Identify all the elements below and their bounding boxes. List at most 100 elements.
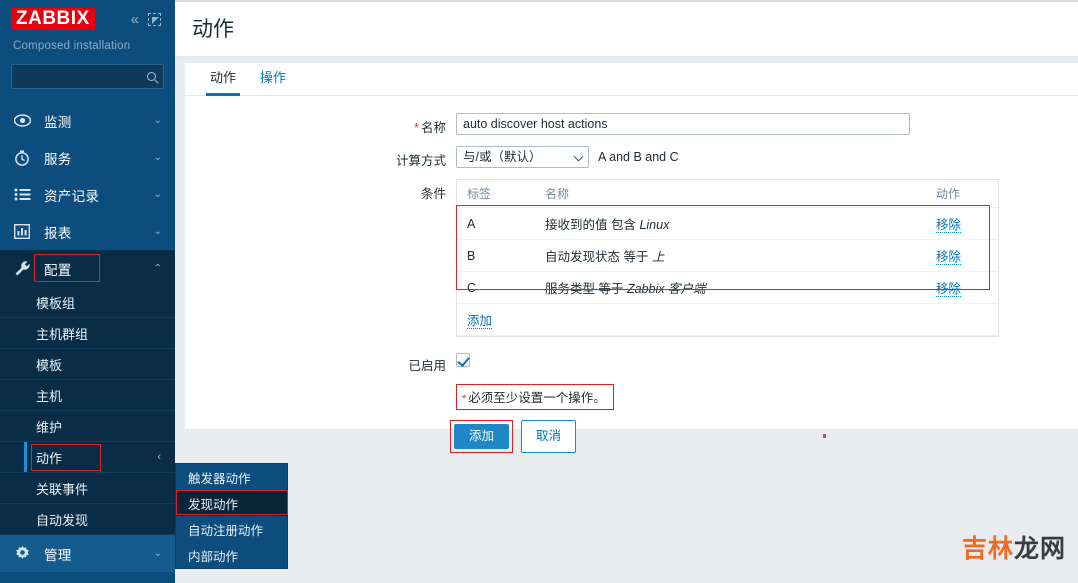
search-icon[interactable]	[147, 72, 156, 81]
app-root: ZABBIX « Composed installation 监测 ⌄ 服务 ⌄…	[0, 0, 1078, 583]
conditions-table-box: 标签 名称 动作 A 接收到的值 包含 Linux 移除 B 自动发现状态 等于…	[456, 179, 999, 337]
sidebar-item-reports[interactable]: 报表 ⌄	[0, 213, 175, 250]
chevron-down-icon: ⌄	[153, 188, 162, 200]
conditions-label: 条件	[420, 187, 446, 201]
sidebar-subitem-templates[interactable]: 模板	[0, 349, 175, 380]
sidebar-header-icons: «	[131, 12, 167, 27]
form-row-enabled: 已启用	[185, 351, 1078, 374]
condition-name-value: 上	[651, 250, 665, 264]
bar-chart-icon	[14, 224, 37, 239]
remove-condition-link[interactable]: 移除	[936, 250, 962, 265]
highlight-box-discovery-actions	[176, 490, 288, 515]
chevron-left-icon: ‹	[157, 451, 161, 463]
compact-view-icon[interactable]	[148, 12, 161, 26]
conditions-table: 标签 名称 动作 A 接收到的值 包含 Linux 移除 B 自动发现状态 等于…	[457, 180, 998, 336]
chevron-up-icon: ⌃	[153, 262, 162, 274]
flyout-item-internal-actions[interactable]: 内部动作	[176, 542, 287, 568]
zabbix-logo: ZABBIX	[11, 7, 95, 31]
condition-name-value: Zabbix 客户端	[626, 282, 706, 296]
flyout-item-discovery-actions[interactable]: 发现动作	[176, 490, 288, 516]
form-tabs: 动作 操作	[185, 63, 1078, 96]
condition-name: 自动发现状态 等于 上	[535, 239, 936, 272]
sidebar-item-inventory[interactable]: 资产记录 ⌄	[0, 176, 175, 213]
flyout-item-label: 内部动作	[188, 549, 239, 564]
form-row-warning: * 必须至少设置一个操作。	[185, 384, 1078, 410]
flyout-item-autoregistration-actions[interactable]: 自动注册动作	[176, 516, 287, 542]
watermark: 吉林龙网	[962, 529, 1066, 565]
sidebar-item-administration[interactable]: 管理 ⌄	[0, 535, 175, 572]
flyout-item-trigger-actions[interactable]: 触发器动作	[176, 464, 287, 490]
add-condition-row: 添加	[457, 303, 998, 336]
sidebar-subitem-label: 主机	[36, 388, 63, 404]
calculation-select[interactable]: 与/或（默认）	[456, 146, 589, 168]
condition-action-cell: 移除	[936, 207, 998, 240]
sidebar-item-configuration[interactable]: 配置 ⌃	[0, 250, 175, 287]
remove-condition-link[interactable]: 移除	[936, 218, 962, 233]
flyout-item-label: 触发器动作	[188, 471, 251, 486]
form-row-name: * 名称	[185, 113, 1078, 136]
cursor-artifact	[823, 434, 826, 438]
operations-required-note: * 必须至少设置一个操作。	[456, 384, 614, 410]
required-marker: *	[414, 121, 419, 135]
enabled-label: 已启用	[408, 359, 446, 373]
calculation-select-wrap[interactable]: 与/或（默认）	[456, 146, 589, 169]
search-input[interactable]	[19, 69, 147, 84]
sidebar-item-monitoring[interactable]: 监测 ⌄	[0, 102, 175, 139]
sidebar-subitem-host-groups[interactable]: 主机群组	[0, 318, 175, 349]
sidebar-subitem-label: 模板	[36, 357, 63, 373]
condition-label: B	[457, 239, 535, 272]
tab-action[interactable]: 动作	[198, 63, 248, 96]
col-header-action: 动作	[936, 180, 998, 208]
sidebar-subitem-correlation[interactable]: 关联事件	[0, 473, 175, 504]
highlight-box-actions	[31, 444, 101, 471]
table-row: B 自动发现状态 等于 上 移除	[457, 239, 998, 272]
sidebar-subitem-label: 主机群组	[36, 326, 89, 342]
condition-name: 接收到的值 包含 Linux	[535, 207, 936, 240]
sidebar-subnav-configuration: 模板组 主机群组 模板 主机 维护 动作 ‹ 关联事件 自动发现	[0, 287, 175, 535]
add-condition-link[interactable]: 添加	[467, 314, 493, 329]
condition-label: A	[457, 207, 535, 240]
sidebar: ZABBIX « Composed installation 监测 ⌄ 服务 ⌄…	[0, 0, 175, 583]
page-header: 动作	[175, 0, 1078, 57]
add-button[interactable]: 添加	[454, 424, 510, 449]
chevron-down-icon: ⌄	[153, 547, 162, 559]
condition-name-prefix: 接收到的值 包含	[545, 218, 640, 232]
conditions-table-body: A 接收到的值 包含 Linux 移除 B 自动发现状态 等于 上 移除 C 服…	[457, 207, 998, 336]
condition-name-prefix: 自动发现状态 等于	[545, 250, 652, 264]
condition-action-cell: 移除	[936, 239, 998, 272]
sidebar-item-label: 监测	[44, 114, 72, 130]
tab-operations[interactable]: 操作	[248, 63, 298, 95]
clock-icon	[14, 150, 37, 166]
installation-subtitle: Composed installation	[13, 40, 131, 52]
table-row: A 接收到的值 包含 Linux 移除	[457, 207, 998, 240]
add-condition-cell: 添加	[457, 303, 998, 336]
remove-condition-link[interactable]: 移除	[936, 282, 962, 297]
enabled-checkbox[interactable]	[456, 353, 470, 367]
sidebar-item-services[interactable]: 服务 ⌄	[0, 139, 175, 176]
search-box[interactable]	[11, 64, 164, 89]
action-form: *名称 计算方式 与/或（默认） A and B and C 条件	[185, 96, 1078, 453]
collapse-sidebar-icon[interactable]: «	[131, 12, 139, 27]
sidebar-subitem-actions[interactable]: 动作 ‹	[0, 442, 175, 473]
sidebar-subitem-template-groups[interactable]: 模板组	[0, 287, 175, 318]
table-header-row: 标签 名称 动作	[457, 180, 998, 208]
cancel-button[interactable]: 取消	[521, 420, 577, 453]
sidebar-subitem-hosts[interactable]: 主机	[0, 380, 175, 411]
sidebar-header: ZABBIX «	[0, 0, 175, 38]
warning-spacer	[185, 384, 456, 410]
main-content: 动作 动作 操作 *名称 计算方式 与/或（默认）	[175, 0, 1078, 583]
buttons-spacer	[185, 420, 450, 453]
top-divider	[175, 0, 1078, 2]
sidebar-subitem-discovery[interactable]: 自动发现	[0, 504, 175, 535]
form-row-conditions: 条件 标签 名称 动作 A 接收到的值 包含 Linux 移除 B 自动发现状态…	[185, 179, 1078, 337]
sidebar-item-label: 管理	[44, 547, 72, 563]
sidebar-search-wrap	[0, 52, 175, 89]
eye-icon	[14, 114, 37, 127]
action-name-input[interactable]	[456, 113, 910, 135]
condition-label: C	[457, 271, 535, 304]
actions-flyout-menu: 触发器动作 发现动作 自动注册动作 内部动作	[175, 463, 288, 569]
col-header-name: 名称	[535, 180, 936, 208]
table-row: C 服务类型 等于 Zabbix 客户端 移除	[457, 271, 998, 304]
sidebar-item-label: 资产记录	[44, 188, 100, 204]
sidebar-subitem-maintenance[interactable]: 维护	[0, 411, 175, 442]
